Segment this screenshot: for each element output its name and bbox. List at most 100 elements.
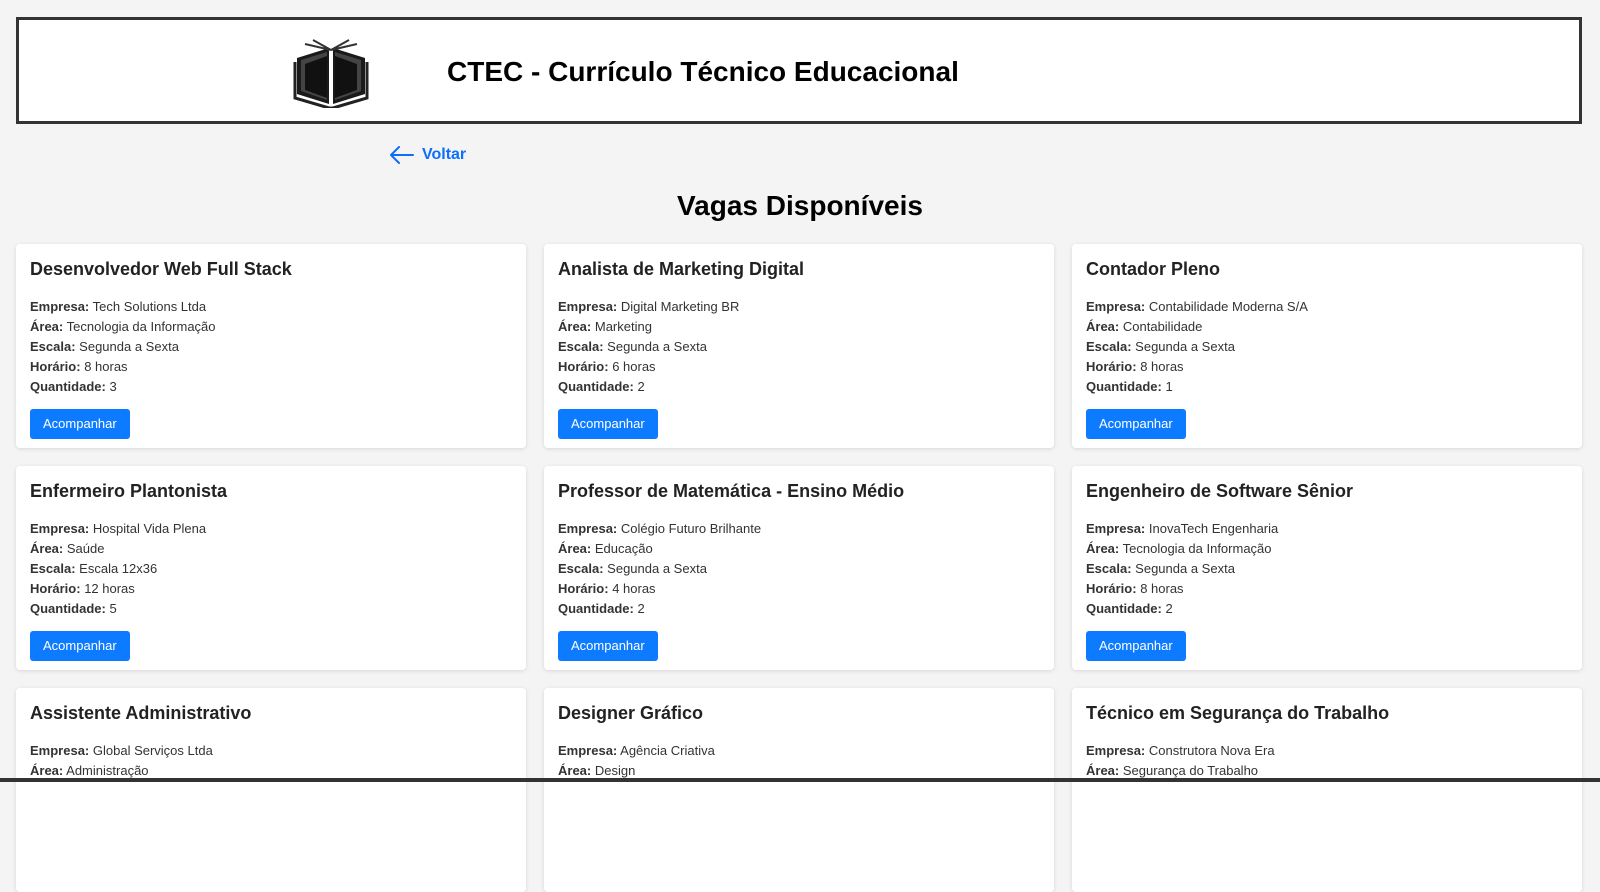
job-field-empresa: Empresa: Digital Marketing BR — [558, 297, 1040, 317]
job-field-empresa: Empresa: Global Serviços Ltda — [30, 741, 512, 761]
field-value: 1 — [1165, 379, 1173, 394]
job-field-area: Área: Saúde — [30, 539, 512, 559]
site-header: CTEC - Currículo Técnico Educacional — [16, 17, 1582, 124]
job-field-quantidade: Quantidade: 2 — [558, 599, 1040, 619]
job-field-horario: Horário: 8 horas — [1086, 579, 1568, 599]
job-title: Contador Pleno — [1086, 259, 1220, 279]
field-value: Agência Criativa — [620, 743, 715, 758]
field-label: Empresa: — [30, 521, 90, 536]
field-value: 2 — [637, 601, 645, 616]
field-label: Empresa: — [1086, 521, 1146, 536]
field-value: 4 horas — [612, 581, 656, 596]
field-value: Tech Solutions Ltda — [92, 299, 207, 314]
field-value: 3 — [109, 379, 117, 394]
job-field-quantidade: Quantidade: 1 — [1086, 377, 1568, 397]
job-field-escala: Escala: Segunda a Sexta — [30, 337, 512, 357]
job-field-horario: Horário: 4 horas — [558, 579, 1040, 599]
job-field-horario: Horário: 12 horas — [30, 579, 512, 599]
job-field-escala: Escala: Segunda a Sexta — [1086, 337, 1568, 357]
job-field-escala: Escala: Segunda a Sexta — [558, 337, 1040, 357]
field-value: Segunda a Sexta — [607, 561, 707, 576]
job-field-escala: Escala: Segunda a Sexta — [558, 559, 1040, 579]
arrow-left-icon — [390, 146, 414, 164]
field-label: Quantidade: — [30, 379, 106, 394]
field-value: 2 — [637, 379, 645, 394]
job-grid: Desenvolvedor Web Full Stack Empresa: Tec… — [16, 244, 1582, 892]
acompanhar-button[interactable]: Acompanhar — [1086, 631, 1186, 661]
field-label: Empresa: — [1086, 299, 1146, 314]
job-field-quantidade: Quantidade: 2 — [558, 377, 1040, 397]
field-value: Tecnologia da Informação — [66, 319, 216, 334]
job-title: Técnico em Segurança do Trabalho — [1086, 703, 1390, 723]
job-field-horario: Horário: 6 horas — [558, 357, 1040, 377]
job-field-empresa: Empresa: Tech Solutions Ltda — [30, 297, 512, 317]
field-label: Área: — [30, 763, 64, 778]
acompanhar-button[interactable]: Acompanhar — [558, 409, 658, 439]
field-label: Quantidade: — [558, 379, 634, 394]
field-value: 8 horas — [1140, 581, 1184, 596]
site-title: CTEC - Currículo Técnico Educacional — [447, 56, 959, 87]
field-label: Quantidade: — [30, 601, 106, 616]
field-label: Escala: — [558, 339, 604, 354]
field-label: Empresa: — [30, 743, 90, 758]
window-bottom-border — [0, 778, 1600, 782]
acompanhar-button[interactable]: Acompanhar — [30, 631, 130, 661]
field-value: Construtora Nova Era — [1148, 743, 1275, 758]
job-title: Engenheiro de Software Sênior — [1086, 481, 1354, 501]
job-field-quantidade: Quantidade: 3 — [30, 377, 512, 397]
field-label: Empresa: — [558, 521, 618, 536]
field-value: Global Serviços Ltda — [92, 743, 213, 758]
back-link[interactable]: Voltar — [390, 146, 466, 164]
job-field-area: Área: Tecnologia da Informação — [1086, 539, 1568, 559]
back-label: Voltar — [422, 146, 467, 163]
field-value: 5 — [109, 601, 117, 616]
job-title: Designer Gráfico — [558, 703, 704, 723]
acompanhar-button[interactable]: Acompanhar — [30, 409, 130, 439]
field-value: Segunda a Sexta — [607, 339, 707, 354]
job-field-horario: Horário: 8 horas — [30, 357, 512, 377]
job-card: Professor de Matemática - Ensino Médio Em… — [544, 466, 1054, 670]
field-label: Escala: — [30, 339, 76, 354]
field-label: Área: — [1086, 541, 1120, 556]
field-label: Área: — [1086, 763, 1120, 778]
field-label: Quantidade: — [1086, 379, 1162, 394]
field-value: Colégio Futuro Brilhante — [620, 521, 762, 536]
field-value: InovaTech Engenharia — [1148, 521, 1279, 536]
job-card: Assistente Administrativo Empresa: Global… — [16, 688, 526, 892]
job-card: Técnico em Segurança do Trabalho Empresa:… — [1072, 688, 1582, 892]
field-label: Horário: — [30, 359, 81, 374]
job-field-empresa: Empresa: Contabilidade Moderna S/A — [1086, 297, 1568, 317]
field-label: Área: — [1086, 319, 1120, 334]
acompanhar-button[interactable]: Acompanhar — [558, 631, 658, 661]
job-title: Enfermeiro Plantonista — [30, 481, 228, 501]
job-field-area: Área: Tecnologia da Informação — [30, 317, 512, 337]
field-label: Empresa: — [1086, 743, 1146, 758]
field-value: Administração — [66, 763, 149, 778]
job-title: Desenvolvedor Web Full Stack — [30, 259, 292, 279]
job-field-quantidade: Quantidade: 5 — [30, 599, 512, 619]
job-field-empresa: Empresa: InovaTech Engenharia — [1086, 519, 1568, 539]
job-field-empresa: Empresa: Colégio Futuro Brilhante — [558, 519, 1040, 539]
field-label: Empresa: — [558, 743, 618, 758]
field-value: Marketing — [594, 319, 652, 334]
field-value: 6 horas — [612, 359, 656, 374]
job-field-escala: Escala: Escala 12x36 — [30, 559, 512, 579]
field-label: Área: — [558, 541, 592, 556]
job-field-horario: Horário: 8 horas — [1086, 357, 1568, 377]
field-value: Segunda a Sexta — [1135, 339, 1235, 354]
acompanhar-button[interactable]: Acompanhar — [1086, 409, 1186, 439]
field-value: Educação — [594, 541, 653, 556]
field-label: Escala: — [30, 561, 76, 576]
field-label: Quantidade: — [1086, 601, 1162, 616]
field-label: Área: — [30, 541, 64, 556]
field-label: Horário: — [1086, 581, 1137, 596]
field-value: 8 horas — [84, 359, 128, 374]
job-card: Designer Gráfico Empresa: Agência Criativ… — [544, 688, 1054, 892]
field-value: Contabilidade — [1122, 319, 1203, 334]
field-label: Horário: — [1086, 359, 1137, 374]
job-title: Analista de Marketing Digital — [558, 259, 805, 279]
field-value: Digital Marketing BR — [620, 299, 740, 314]
job-field-empresa: Empresa: Hospital Vida Plena — [30, 519, 512, 539]
field-label: Escala: — [558, 561, 604, 576]
job-field-empresa: Empresa: Construtora Nova Era — [1086, 741, 1568, 761]
